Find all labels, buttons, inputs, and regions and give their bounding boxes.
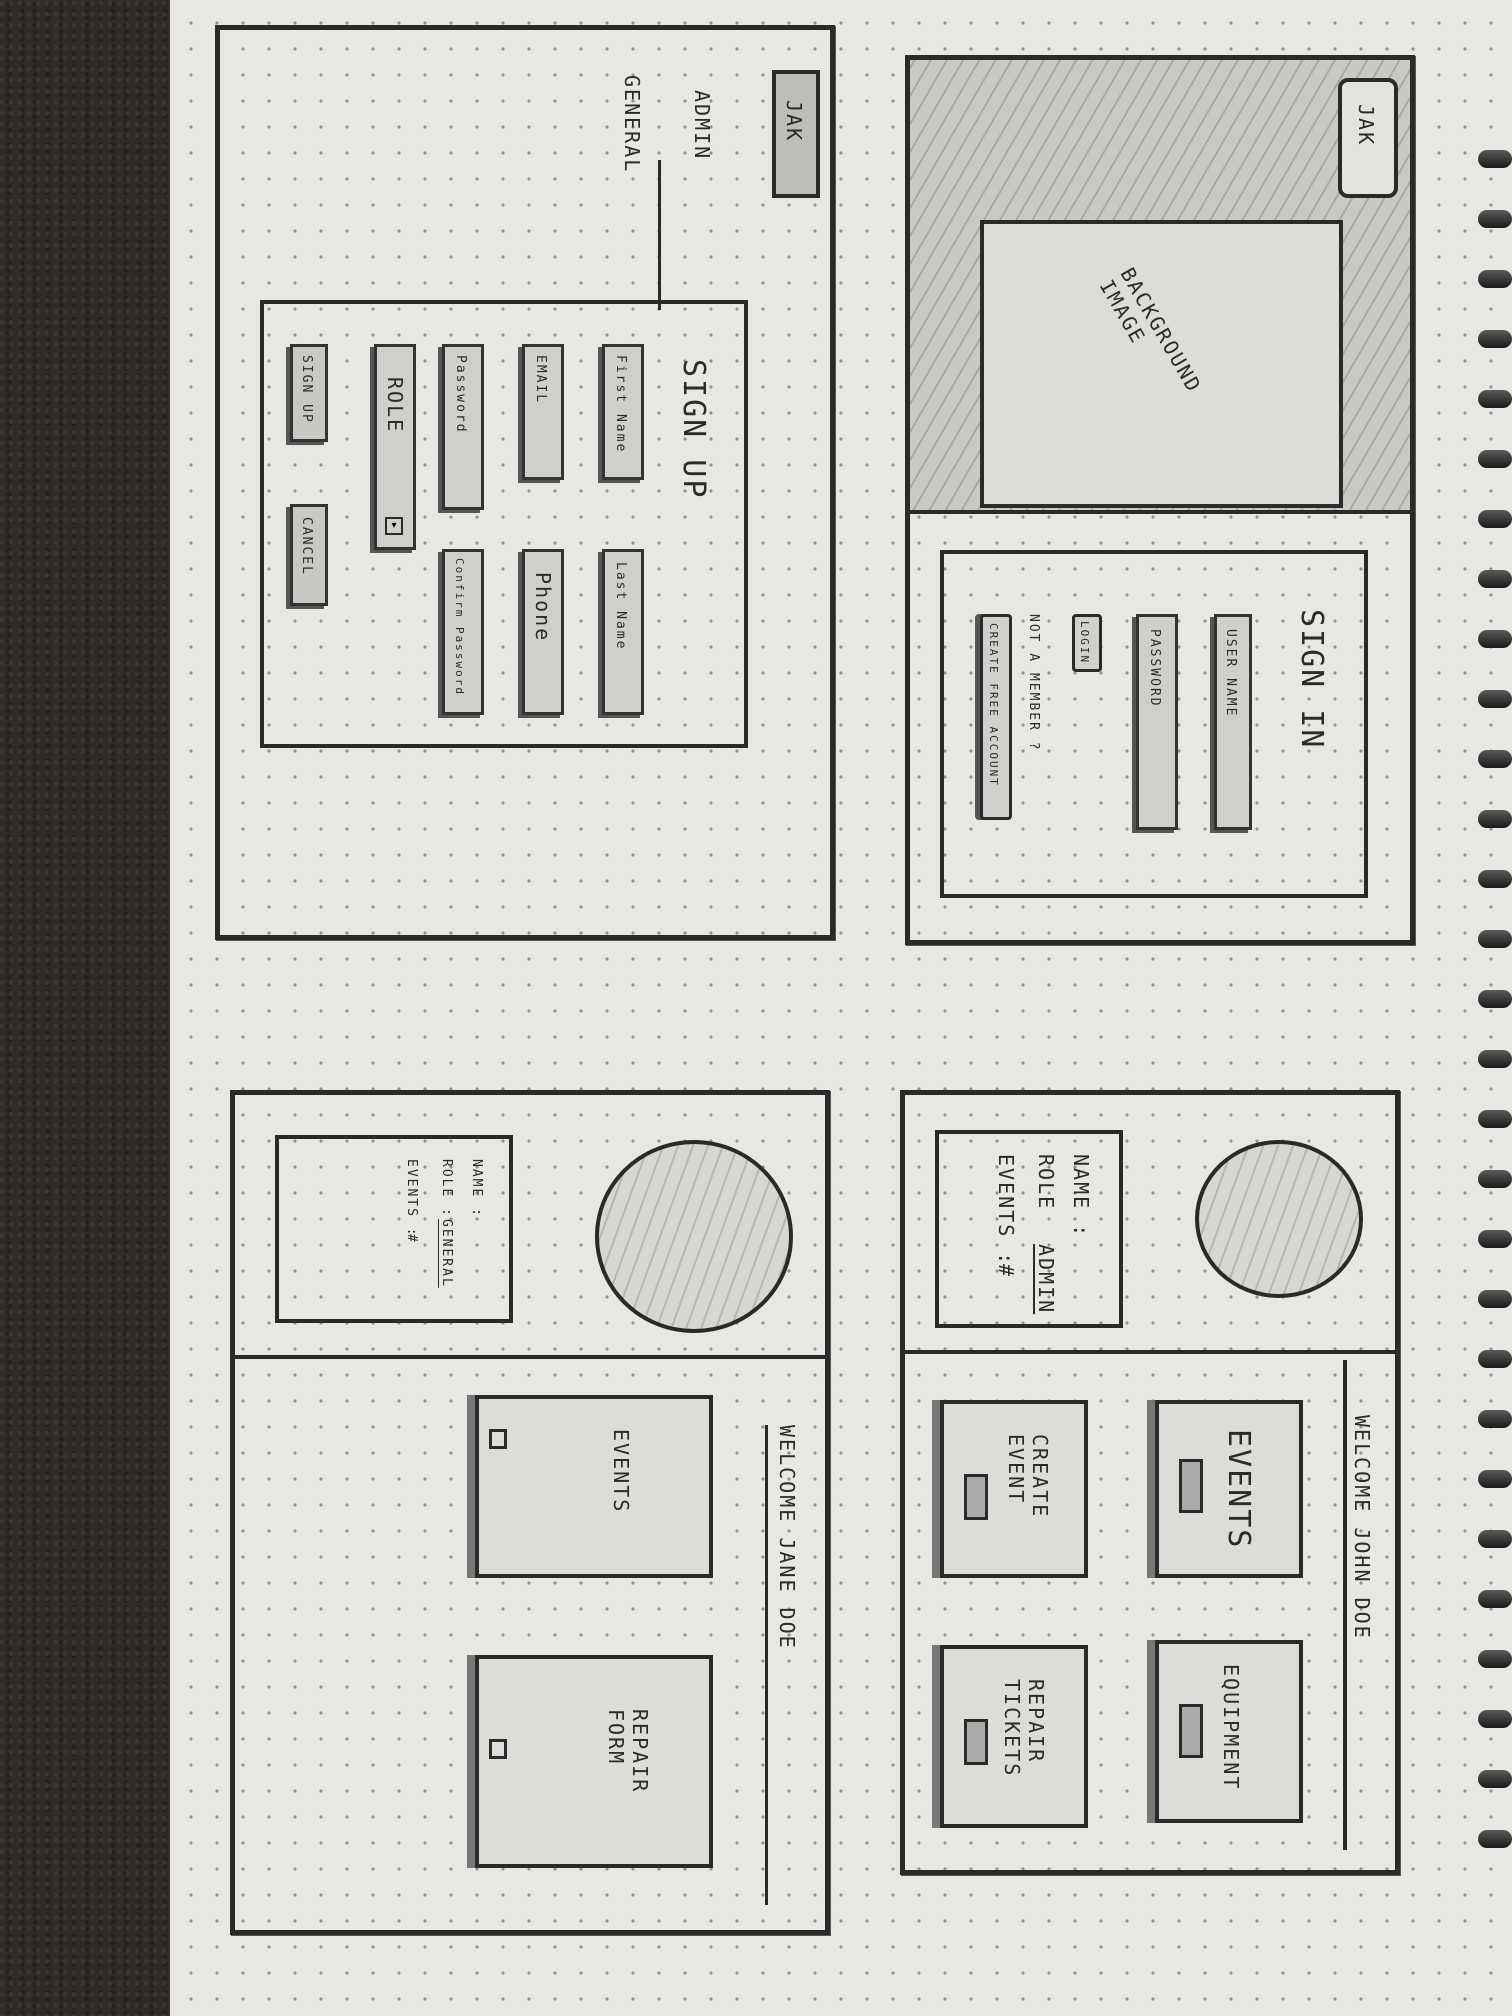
repair-form-card[interactable]: REPAIR FORM — [475, 1655, 713, 1868]
events-value: # — [994, 1264, 1018, 1279]
equipment-card[interactable]: EQUIPMENT — [1155, 1640, 1303, 1823]
signup-button[interactable]: SIGN UP — [290, 344, 328, 442]
sketch-paper: JAK BACKGROUND IMAGE SIGN IN USER NAME P… — [170, 0, 1512, 2016]
phone-input[interactable]: Phone — [522, 549, 564, 715]
username-input[interactable]: USER NAME — [1214, 614, 1252, 830]
logo: JAK — [1338, 78, 1398, 198]
profile-info-box: NAME : ROLE : GENERAL EVENTS : # — [275, 1135, 513, 1323]
chevron-down-icon: ▾ — [385, 517, 403, 535]
spiral-binding — [1470, 150, 1512, 1890]
repair-form-card-button[interactable] — [489, 1739, 507, 1759]
role-value: ADMIN — [1034, 1244, 1058, 1315]
events-value: # — [404, 1234, 419, 1244]
signin-screen: JAK BACKGROUND IMAGE SIGN IN USER NAME P… — [905, 55, 1415, 945]
password-input[interactable]: Password — [442, 344, 484, 510]
confirm-password-input[interactable]: Confirm Password — [442, 549, 484, 715]
avatar — [595, 1140, 793, 1333]
email-input[interactable]: EMAIL — [522, 344, 564, 480]
role-option-general[interactable]: GENERAL — [620, 75, 644, 173]
create-event-card[interactable]: CREATE EVENT — [940, 1400, 1088, 1578]
not-member-text: NOT A MEMBER ? — [1026, 614, 1041, 752]
role-select[interactable]: ROLE ▾ — [374, 344, 416, 550]
events-card-button[interactable] — [1179, 1459, 1203, 1513]
signin-form: SIGN IN USER NAME PASSWORD LOGIN NOT A M… — [940, 550, 1368, 898]
events-card-button[interactable] — [489, 1429, 507, 1449]
create-account-button[interactable]: CREATE FREE ACCOUNT — [980, 614, 1012, 820]
role-value: GENERAL — [439, 1219, 454, 1288]
last-name-input[interactable]: Last Name — [602, 549, 644, 715]
profile-info-box: NAME : ROLE ADMIN EVENTS : # — [935, 1130, 1123, 1328]
signup-title: SIGN UP — [676, 359, 711, 500]
password-input[interactable]: PASSWORD — [1136, 614, 1178, 830]
admin-dashboard-screen: NAME : ROLE ADMIN EVENTS : # WELCOME JOH… — [900, 1090, 1400, 1875]
first-name-input[interactable]: First Name — [602, 344, 644, 480]
welcome-text: WELCOME JOHN DOE — [1350, 1415, 1374, 1640]
background-image-placeholder: BACKGROUND IMAGE — [980, 220, 1343, 508]
repair-tickets-card-button[interactable] — [964, 1719, 988, 1765]
signin-title: SIGN IN — [1294, 609, 1329, 750]
events-card[interactable]: EVENTS — [1155, 1400, 1303, 1578]
cancel-button[interactable]: CANCEL — [290, 504, 328, 606]
role-option-admin[interactable]: ADMIN — [690, 90, 714, 160]
general-dashboard-screen: NAME : ROLE : GENERAL EVENTS : # WELCOME… — [230, 1090, 830, 1935]
signup-screen: JAK ADMIN GENERAL SIGN UP First Name Las… — [215, 25, 835, 940]
create-event-card-button[interactable] — [964, 1474, 988, 1520]
logo: JAK — [772, 70, 820, 198]
welcome-text: WELCOME JANE DOE — [775, 1425, 799, 1650]
equipment-card-button[interactable] — [1179, 1704, 1203, 1758]
events-card[interactable]: EVENTS — [475, 1395, 713, 1578]
signup-form: SIGN UP First Name Last Name EMAIL Phone… — [260, 300, 748, 748]
login-button[interactable]: LOGIN — [1072, 614, 1102, 672]
background-image-label: BACKGROUND IMAGE — [1094, 263, 1207, 397]
repair-tickets-card[interactable]: REPAIR TICKETS — [940, 1645, 1088, 1828]
avatar — [1195, 1140, 1363, 1298]
